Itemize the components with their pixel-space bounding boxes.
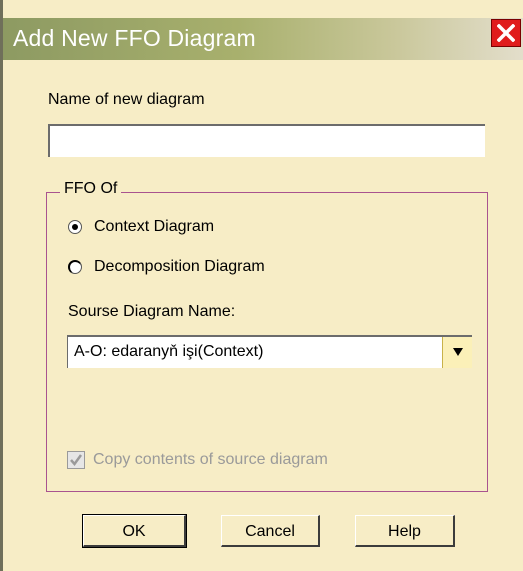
radio-button-unchecked[interactable] [68,260,82,274]
source-diagram-value: A-O: edaranyň işi(Context) [74,343,264,360]
radio-context-diagram[interactable]: Context Diagram [68,218,214,236]
cancel-button[interactable]: Cancel [221,515,320,547]
title-bar[interactable]: Add New FFO Diagram [3,18,523,60]
help-button[interactable]: Help [355,515,455,547]
ok-button[interactable]: OK [82,514,187,548]
copy-contents-option[interactable]: Copy contents of source diagram [67,451,328,469]
radio-decomposition-label: Decomposition Diagram [94,258,265,275]
close-button[interactable] [491,19,521,47]
add-ffo-dialog: Add New FFO Diagram Name of new diagram … [0,0,523,571]
dialog-title: Add New FFO Diagram [13,25,256,51]
chevron-down-icon [453,348,463,356]
ffo-of-label: FFO Of [60,180,122,198]
radio-context-label: Context Diagram [94,218,215,235]
copy-contents-checkbox[interactable] [67,451,85,469]
check-icon [70,454,83,467]
copy-contents-label: Copy contents of source diagram [93,451,328,468]
source-diagram-label: Sourse Diagram Name: [68,303,236,320]
close-icon [497,24,515,42]
diagram-name-input[interactable] [48,124,485,157]
radio-button-checked[interactable] [68,220,82,234]
radio-decomposition-diagram[interactable]: Decomposition Diagram [68,258,265,276]
name-label: Name of new diagram [48,91,205,108]
source-diagram-select[interactable]: A-O: edaranyň işi(Context) [67,335,472,368]
window-edge [0,0,3,571]
dropdown-button[interactable] [442,337,472,368]
